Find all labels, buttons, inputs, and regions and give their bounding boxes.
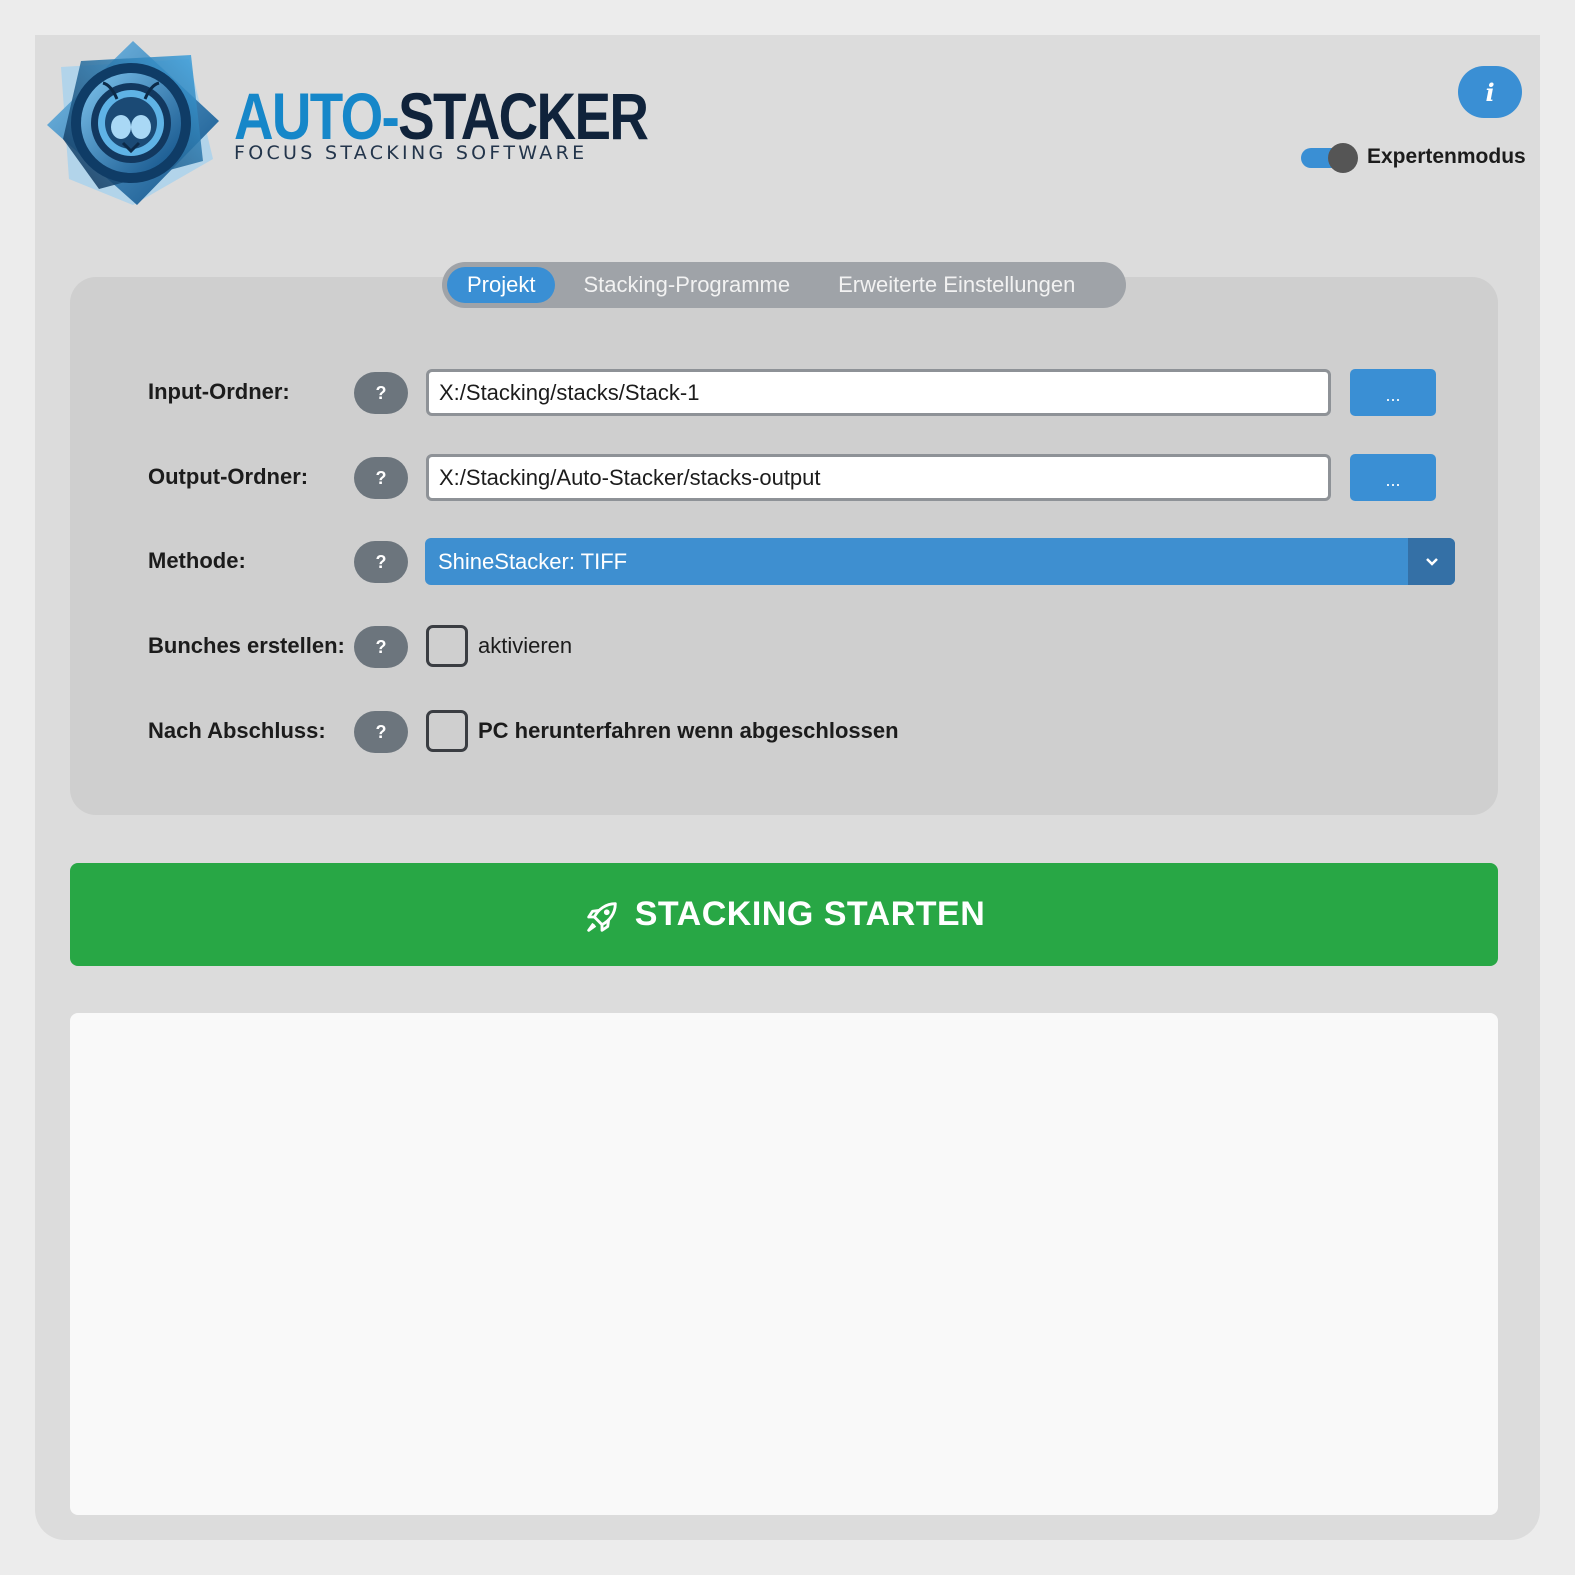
toggle-knob: [1328, 143, 1358, 173]
after-completion-row: Nach Abschluss: ? PC herunterfahren wenn…: [35, 708, 1540, 756]
after-completion-label: Nach Abschluss:: [148, 718, 326, 743]
logo-title: AUTO-STACKER: [234, 83, 649, 149]
app-window: AUTO-STACKER FOCUS STACKING SOFTWARE i E…: [35, 35, 1540, 1540]
output-folder-label: Output-Ordner:: [148, 464, 309, 489]
bunches-row: Bunches erstellen: ? aktivieren: [35, 623, 1540, 671]
expert-mode-toggle[interactable]: [1301, 143, 1358, 173]
output-folder-row: Output-Ordner: ? ...: [35, 454, 1540, 502]
log-output-area[interactable]: [70, 1013, 1498, 1515]
tab-stacking-programme[interactable]: Stacking-Programme: [563, 267, 810, 303]
tab-projekt[interactable]: Projekt: [447, 267, 556, 303]
chevron-down-icon[interactable]: [1408, 538, 1455, 585]
logo-subtitle: FOCUS STACKING SOFTWARE: [234, 142, 588, 164]
info-icon: i: [1485, 77, 1495, 107]
method-select[interactable]: ShineStacker: TIFF: [425, 538, 1455, 585]
input-folder-help-button[interactable]: ?: [354, 372, 408, 414]
method-select-value: ShineStacker: TIFF: [438, 548, 628, 574]
bunches-checkbox-label[interactable]: aktivieren: [478, 633, 572, 659]
method-help-button[interactable]: ?: [354, 541, 408, 583]
output-folder-field[interactable]: [426, 454, 1331, 501]
start-stacking-label: STACKING STARTEN: [634, 895, 986, 933]
input-folder-browse-button[interactable]: ...: [1350, 369, 1436, 416]
input-folder-field[interactable]: [426, 369, 1331, 416]
app-logo: AUTO-STACKER FOCUS STACKING SOFTWARE: [41, 39, 649, 209]
expert-mode-label: Expertenmodus: [1367, 145, 1526, 168]
bunches-checkbox[interactable]: [426, 625, 468, 667]
bunches-label: Bunches erstellen:: [148, 633, 345, 658]
start-stacking-button[interactable]: STACKING STARTEN: [70, 863, 1498, 966]
tab-bar: Projekt Stacking-Programme Erweiterte Ei…: [442, 262, 1126, 308]
after-completion-help-button[interactable]: ?: [354, 711, 408, 753]
info-button[interactable]: i: [1458, 66, 1522, 118]
method-label: Methode:: [148, 548, 246, 573]
output-folder-browse-button[interactable]: ...: [1350, 454, 1436, 501]
shutdown-checkbox-label[interactable]: PC herunterfahren wenn abgeschlossen: [478, 718, 899, 744]
output-folder-help-button[interactable]: ?: [354, 457, 408, 499]
input-folder-row: Input-Ordner: ? ...: [35, 369, 1540, 417]
logo-emblem-icon: [47, 41, 219, 205]
shutdown-checkbox[interactable]: [426, 710, 468, 752]
bunches-help-button[interactable]: ?: [354, 626, 408, 668]
method-row: Methode: ? ShineStacker: TIFF: [35, 538, 1540, 586]
rocket-icon: [587, 901, 617, 932]
tab-erweiterte-einstellungen[interactable]: Erweiterte Einstellungen: [818, 267, 1095, 303]
input-folder-label: Input-Ordner:: [148, 379, 290, 404]
